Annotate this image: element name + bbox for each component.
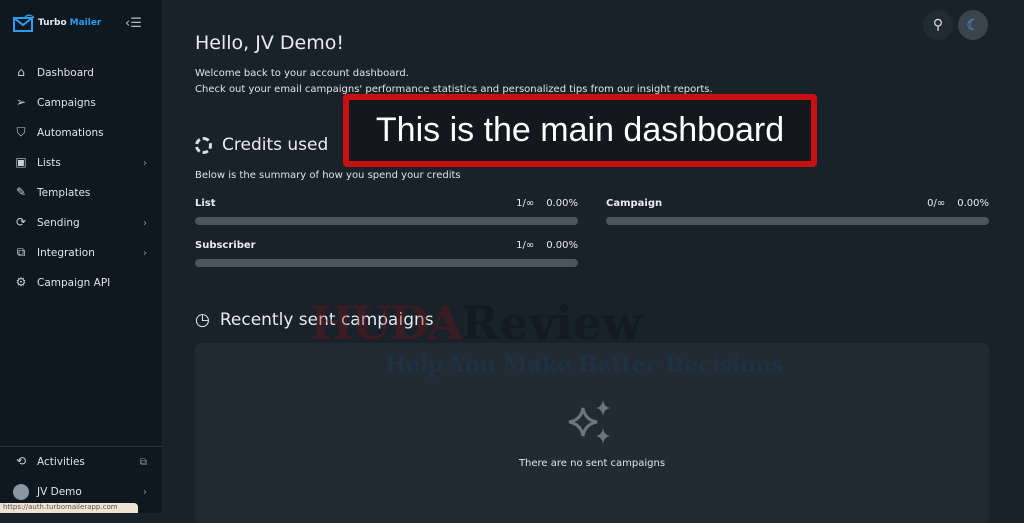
credits-heading: Credits used [195, 135, 328, 155]
sidebar-item-dashboard[interactable]: ⌂ Dashboard [0, 58, 163, 88]
recent-campaigns-card: There are no sent campaigns [195, 343, 989, 523]
search-button[interactable]: ⚲ [923, 10, 953, 40]
theme-toggle-button[interactable]: ☾ [958, 10, 988, 40]
gear-icon: ⚙ [15, 275, 27, 289]
sidebar-item-label: Integration [37, 247, 95, 259]
credits-subtitle: Below is the summary of how you spend yo… [195, 170, 461, 181]
welcome-line: Welcome back to your account dashboard. [195, 68, 409, 79]
sidebar-item-activities[interactable]: ⟲ Activities ⧉ [0, 447, 163, 477]
watermark-text: Review [461, 296, 642, 350]
sidebar-item-label: Lists [37, 157, 61, 169]
credit-value: 1/∞ [516, 198, 535, 209]
credit-label: Campaign [606, 198, 663, 209]
user-name: JV Demo [37, 486, 82, 498]
credit-value: 1/∞ [516, 240, 535, 251]
sparkles-icon [568, 400, 610, 444]
section-title: Recently sent campaigns [219, 310, 434, 330]
sidebar-item-label: Campaign API [37, 277, 111, 289]
credit-label: List [195, 198, 216, 209]
recent-campaigns-heading: ◷ Recently sent campaigns [195, 310, 434, 330]
search-icon: ⚲ [932, 17, 944, 33]
logo[interactable]: Turbo Mailer [13, 14, 101, 32]
sidebar-item-sending[interactable]: ⟳ Sending › [0, 208, 163, 238]
credit-label: Subscriber [195, 240, 256, 251]
progress-bar [195, 217, 578, 225]
history-icon: ⟲ [15, 454, 27, 468]
credit-value: 0/∞ [927, 198, 946, 209]
sidebar-item-label: Sending [37, 217, 80, 229]
sidebar-item-label: Activities [37, 456, 85, 468]
sidebar-item-automations[interactable]: ⛉ Automations [0, 118, 163, 148]
send-icon: ➢ [15, 95, 27, 109]
sidebar-item-integration[interactable]: ⧉ Integration › [0, 238, 163, 268]
status-bar-url: https://auth.turbomailerapp.com [0, 503, 138, 513]
sidebar-item-campaign-api[interactable]: ⚙ Campaign API [0, 268, 163, 298]
sidebar-item-label: Templates [37, 187, 91, 199]
sidebar-item-templates[interactable]: ✎ Templates [0, 178, 163, 208]
sync-icon: ⟳ [15, 215, 27, 229]
home-icon: ⌂ [17, 65, 25, 79]
sidebar-item-label: Dashboard [37, 67, 94, 79]
progress-bar [606, 217, 989, 225]
credit-percent: 0.00% [957, 198, 989, 209]
chevron-right-icon: › [143, 486, 147, 498]
empty-state-text: There are no sent campaigns [518, 458, 666, 469]
edit-icon: ✎ [15, 185, 27, 199]
list-icon: ▣ [15, 155, 27, 169]
shield-check-icon: ⛉ [16, 125, 26, 139]
sidebar-item-label: Campaigns [37, 97, 96, 109]
chevron-right-icon: › [143, 247, 147, 259]
integration-icon: ⧉ [16, 245, 26, 259]
collapse-sidebar-icon[interactable]: ‹☰ [125, 16, 142, 31]
credit-campaign: Campaign 0/∞ 0.00% [606, 198, 989, 225]
brand-name: Turbo [38, 18, 67, 28]
annotation-callout: This is the main dashboard [343, 94, 817, 167]
brand-name-accent: Mailer [69, 18, 102, 28]
chevron-right-icon: › [143, 217, 147, 229]
loading-circle-icon [195, 136, 212, 154]
external-link-icon: ⧉ [139, 456, 147, 468]
moon-icon: ☾ [966, 16, 980, 34]
credit-percent: 0.00% [546, 240, 578, 251]
avatar [13, 484, 29, 500]
page-title: Hello, JV Demo! [195, 32, 344, 54]
sidebar: Turbo Mailer ‹☰ ⌂ Dashboard ➢ Campaigns ⛉ Auto… [0, 0, 163, 513]
sidebar-item-label: Automations [37, 127, 104, 139]
progress-bar [195, 259, 578, 267]
sidebar-item-lists[interactable]: ▣ Lists › [0, 148, 163, 178]
clock-icon: ◷ [195, 310, 210, 330]
credit-subscriber: Subscriber 1/∞ 0.00% [195, 240, 578, 267]
credit-list: List 1/∞ 0.00% [195, 198, 578, 225]
section-title: Credits used [222, 135, 329, 155]
sidebar-item-campaigns[interactable]: ➢ Campaigns [0, 88, 163, 118]
chevron-right-icon: › [143, 157, 147, 169]
credit-percent: 0.00% [546, 198, 578, 209]
mail-logo-icon [13, 14, 35, 32]
